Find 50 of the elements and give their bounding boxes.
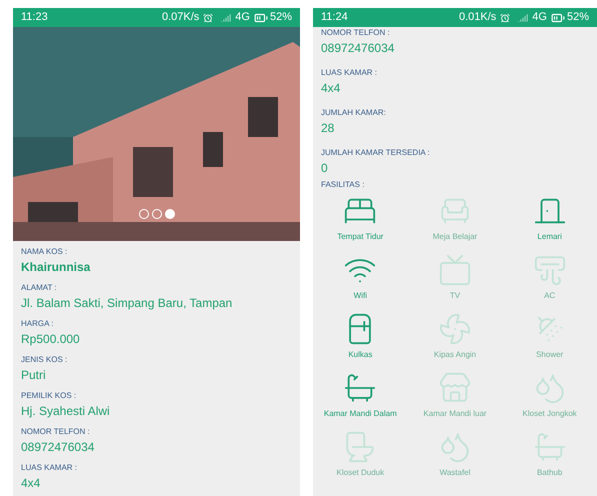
field-label: NAMA KOS :	[21, 247, 68, 257]
alarm-icon	[500, 12, 510, 22]
facility-label: AC	[544, 290, 556, 302]
field-value: 4x4	[321, 80, 342, 96]
field-label: JUMLAH KAMAR:	[321, 108, 387, 118]
facility-label: Kloset Duduk	[336, 467, 384, 479]
facility-label: Meja Belajar	[432, 231, 478, 243]
facility-label: Kulkas	[348, 349, 372, 361]
field-value: 28	[321, 120, 336, 136]
field-value: 08972476034	[321, 40, 396, 56]
facility-label: Kloset Jongkok	[522, 408, 577, 420]
facility-label: Bathub	[536, 467, 562, 479]
field-label: LUAS KAMAR :	[21, 463, 78, 473]
field-label: HARGA :	[21, 319, 54, 329]
network-speed: 0.07K/s	[162, 10, 200, 26]
facility-label: Kamar Mandi Dalam	[324, 408, 397, 420]
clock-time: 11:24	[321, 10, 348, 26]
network-speed: 0.01K/s	[458, 10, 496, 26]
facility-label: Wifi	[354, 290, 367, 302]
field-label: LUAS KAMAR :	[321, 68, 378, 78]
facility-label: TV	[450, 290, 460, 302]
field-value: 0	[321, 160, 329, 176]
facility-label: Kamar Mandi luar	[423, 408, 487, 420]
field-value: 08972476034	[21, 439, 96, 455]
field-value: Rp500.000	[21, 331, 81, 347]
battery-level: 52%	[270, 10, 292, 26]
signal-icon	[518, 12, 528, 22]
facility-label: Tempat Tidur	[337, 231, 384, 243]
field-value: 4x4	[21, 475, 42, 491]
field-label: JENIS KOS :	[21, 355, 68, 365]
field-value: Hj. Syahesti Alwi	[21, 403, 111, 419]
field-label: NOMOR TELFON :	[21, 427, 91, 437]
field-label: ALAMAT :	[21, 283, 58, 293]
facility-label: Lemari	[537, 231, 562, 243]
facilities-label: FASILITAS :	[320, 180, 366, 190]
network-type: 4G	[532, 10, 547, 26]
battery-level: 52%	[566, 10, 589, 26]
facility-label: Wastafel	[440, 467, 470, 479]
facility-label: Shower	[536, 349, 564, 361]
field-label: NOMOR TELFON :	[321, 28, 391, 38]
facility-label: Kipas Angin	[434, 349, 476, 361]
field-value: Putri	[21, 367, 47, 383]
clock-time: 11:23	[21, 10, 48, 26]
network-type: 4G	[235, 10, 250, 26]
field-value: Jl. Balam Sakti, Simpang Baru, Tampan	[21, 295, 234, 311]
signal-icon	[221, 12, 232, 22]
field-value: Khairunnisa	[21, 259, 92, 275]
field-label: PEMILIK KOS :	[21, 391, 78, 401]
field-label: JUMLAH KAMAR TERSEDIA :	[321, 148, 431, 158]
alarm-icon	[203, 12, 214, 22]
